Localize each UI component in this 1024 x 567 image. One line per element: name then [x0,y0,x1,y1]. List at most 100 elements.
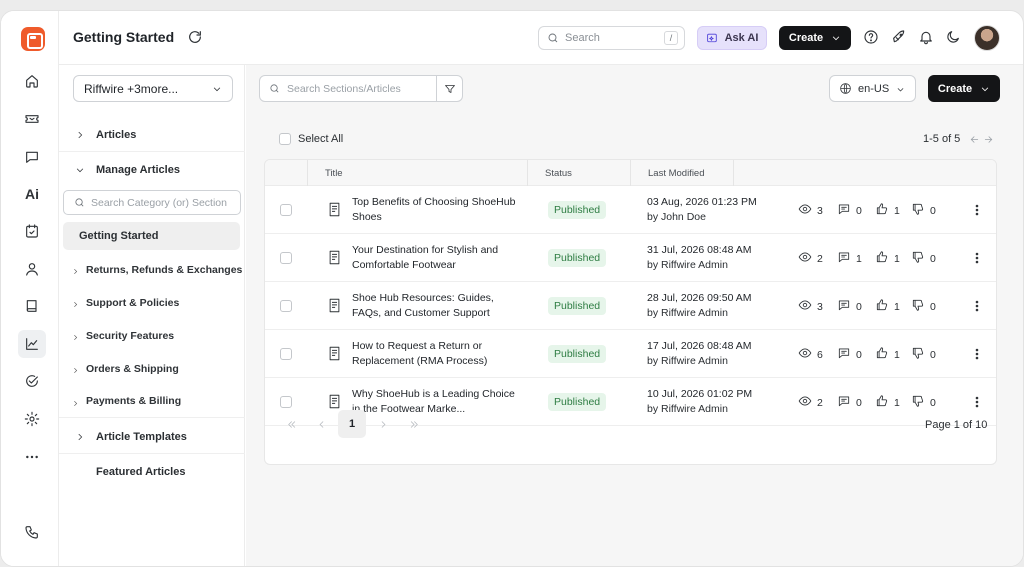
row-checkbox[interactable] [280,348,292,360]
page-count-label: Page 1 of 10 [925,419,988,431]
first-page-icon[interactable] [277,410,305,438]
article-title[interactable]: Your Destination for Stylish and Comfort… [352,243,517,273]
likes-count[interactable]: 1 [875,250,900,267]
arrow-left-icon[interactable] [967,132,981,146]
comments-count[interactable]: 1 [837,250,862,267]
table-row[interactable]: Your Destination for Stylish and Comfort… [265,234,996,282]
rocket-icon[interactable] [890,28,908,46]
main-content: Search Sections/Articles en-US Create Se… [246,65,1023,566]
row-menu-icon[interactable] [970,298,984,314]
book-icon[interactable] [18,292,46,320]
eye-icon [798,250,817,267]
category-item[interactable]: Payments & Billing [59,385,245,418]
comments-value: 0 [856,300,862,313]
article-search-input[interactable]: Search Sections/Articles [259,75,437,102]
tree-item-articles[interactable]: Articles [59,118,245,152]
category-item[interactable]: Returns, Refunds & Exchanges [59,253,245,286]
likes-count[interactable]: 1 [875,346,900,363]
calendar-check-icon[interactable] [18,217,46,245]
article-title[interactable]: Shoe Hub Resources: Guides, FAQs, and Cu… [352,291,517,321]
row-checkbox[interactable] [280,252,292,264]
user-avatar[interactable] [974,25,1000,51]
analytics-icon[interactable] [18,330,46,358]
likes-count[interactable]: 1 [875,202,900,219]
dislikes-count[interactable]: 0 [911,250,936,267]
thumbs-down-icon [911,346,930,363]
table-row[interactable]: Top Benefits of Choosing ShoeHub Shoes Pu… [265,186,996,234]
refresh-icon[interactable] [187,29,203,45]
table-row[interactable]: How to Request a Return or Replacement (… [265,330,996,378]
app-logo[interactable] [21,27,45,51]
status-badge: Published [548,201,607,219]
row-menu-icon[interactable] [970,250,984,266]
category-item-getting-started[interactable]: Getting Started [63,222,240,250]
category-item[interactable]: Orders & Shipping [59,352,245,385]
comment-icon [837,346,856,363]
column-header-status[interactable]: Status [545,160,572,186]
category-item-label: Security Features [86,329,175,342]
dislikes-count[interactable]: 0 [911,202,936,219]
dislikes-count[interactable]: 0 [911,298,936,315]
page-number-button[interactable]: 1 [338,410,366,438]
tree-item-featured-articles[interactable]: Featured Articles [59,455,245,489]
settings-icon[interactable] [18,405,46,433]
status-badge: Published [548,345,607,363]
likes-count[interactable]: 1 [875,298,900,315]
category-item[interactable]: Support & Policies [59,286,245,319]
search-icon [548,33,558,43]
user-icon[interactable] [18,255,46,283]
help-icon[interactable] [862,28,880,46]
ai-icon[interactable]: Ai [18,180,46,208]
category-item[interactable]: Security Features [59,319,245,352]
phone-icon[interactable] [18,518,46,546]
column-header-last-modified[interactable]: Last Modified [648,160,705,186]
bell-icon[interactable] [917,28,935,46]
moon-icon[interactable] [944,28,962,46]
checkbox[interactable] [279,133,291,145]
row-checkbox[interactable] [280,204,292,216]
language-select[interactable]: en-US [829,75,916,102]
main-create-label: Create [937,82,973,95]
chevron-right-icon [72,299,79,308]
category-search-input[interactable]: Search Category (or) Section [63,190,241,215]
comments-count[interactable]: 0 [837,346,862,363]
row-menu-icon[interactable] [970,346,984,362]
main-create-button[interactable]: Create [928,75,1000,102]
chat-icon[interactable] [18,143,46,171]
header-create-button[interactable]: Create [779,26,851,50]
prev-page-icon[interactable] [307,410,335,438]
global-search-placeholder: Search [565,32,600,44]
comments-count[interactable]: 0 [837,298,862,315]
comments-value: 0 [856,204,862,217]
ask-ai-button[interactable]: Ask AI [697,26,767,50]
ticket-icon[interactable] [18,105,46,133]
search-icon [75,198,84,207]
header-create-label: Create [788,32,824,44]
column-divider [307,160,308,186]
last-page-icon[interactable] [400,410,428,438]
article-search-placeholder: Search Sections/Articles [287,82,401,95]
home-icon[interactable] [18,67,46,95]
app-window: Ai Getting Started Search / Ask AI Creat… [0,10,1024,567]
tree-item-article-templates[interactable]: Article Templates [59,420,245,454]
dislikes-count[interactable]: 0 [911,346,936,363]
thumbs-down-icon [911,202,930,219]
workspace-select[interactable]: Riffwire +3more... [73,75,233,102]
column-divider [630,160,631,186]
tree-item-manage-articles[interactable]: Manage Articles [59,153,245,187]
comments-count[interactable]: 0 [837,202,862,219]
more-icon[interactable] [18,443,46,471]
check-circle-icon[interactable] [18,367,46,395]
global-search-input[interactable]: Search / [538,26,685,50]
table-row[interactable]: Shoe Hub Resources: Guides, FAQs, and Cu… [265,282,996,330]
filter-button[interactable] [436,75,463,102]
arrow-right-icon[interactable] [981,132,995,146]
select-all-checkbox[interactable]: Select All [279,133,343,145]
article-title[interactable]: Top Benefits of Choosing ShoeHub Shoes [352,195,517,225]
next-page-icon[interactable] [369,410,397,438]
column-header-title[interactable]: Title [325,160,343,186]
row-menu-icon[interactable] [970,202,984,218]
row-checkbox[interactable] [280,300,292,312]
table-header: Title Status Last Modified [265,160,996,186]
article-title[interactable]: How to Request a Return or Replacement (… [352,339,517,369]
